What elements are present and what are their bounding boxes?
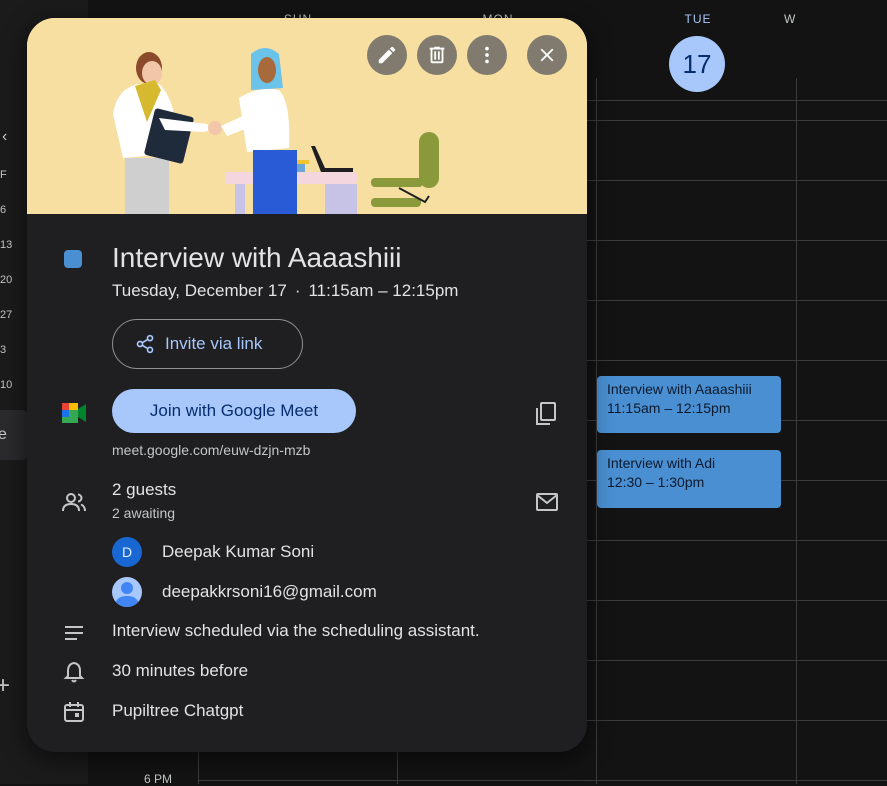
day-header-tue: TUE bbox=[684, 12, 712, 26]
guests-count: 2 guests bbox=[112, 480, 177, 499]
mini-calendar-day[interactable]: 13 bbox=[0, 239, 12, 251]
grid-divider bbox=[796, 78, 797, 784]
invite-via-link-button[interactable]: Invite via link bbox=[112, 319, 303, 369]
event-title: Interview with Aaaashiii bbox=[112, 242, 402, 273]
description-icon bbox=[65, 626, 83, 640]
avatar: D bbox=[112, 537, 142, 567]
guest-item[interactable]: D Deepak Kumar Soni bbox=[112, 537, 314, 567]
event-calendar-name: Pupiltree Chatgpt bbox=[112, 701, 244, 720]
calendar-icon bbox=[64, 702, 84, 722]
event-datetime: Tuesday, December 17 · 11:15am – 12:15pm bbox=[112, 281, 458, 301]
delete-event-button[interactable] bbox=[417, 35, 457, 75]
mini-calendar-day[interactable]: 27 bbox=[0, 309, 12, 321]
bell-icon bbox=[63, 661, 85, 683]
event-chip-time: 11:15am – 12:15pm bbox=[607, 400, 731, 416]
pencil-icon bbox=[378, 46, 396, 64]
guest-email: deepakkrsoni16@gmail.com bbox=[162, 582, 377, 601]
calendar-event[interactable]: Interview with Adi 12:30 – 1:30pm bbox=[597, 450, 781, 508]
more-vert-icon bbox=[485, 46, 489, 64]
google-meet-icon bbox=[62, 403, 86, 423]
avatar bbox=[112, 577, 142, 607]
close-button[interactable] bbox=[527, 35, 567, 75]
copy-icon[interactable] bbox=[535, 402, 557, 426]
event-illustration bbox=[27, 18, 587, 214]
mini-calendar-day[interactable]: 20 bbox=[0, 274, 12, 286]
meet-link[interactable]: meet.google.com/euw-dzjn-mzb bbox=[112, 442, 310, 458]
sidebar-selected-item[interactable]: e bbox=[0, 410, 28, 460]
mini-calendar-day[interactable]: 3 bbox=[0, 344, 6, 356]
event-description: Interview scheduled via the scheduling a… bbox=[112, 621, 480, 640]
mini-calendar-day[interactable]: 10 bbox=[0, 379, 12, 391]
join-google-meet-button[interactable]: Join with Google Meet bbox=[112, 389, 356, 433]
event-chip-title: Interview with Aaaashiii bbox=[607, 381, 752, 397]
invite-label: Invite via link bbox=[165, 334, 263, 353]
calendar-event[interactable]: Interview with Aaaashiii 11:15am – 12:15… bbox=[597, 376, 781, 433]
mini-calendar-day[interactable]: F bbox=[0, 169, 7, 181]
mini-calendar-prev-icon[interactable]: ‹ bbox=[2, 128, 7, 146]
guest-name: Deepak Kumar Soni bbox=[162, 542, 315, 561]
day-header-wed: W bbox=[784, 12, 797, 26]
person-avatar-icon bbox=[115, 582, 139, 607]
mini-calendar-day[interactable]: 6 bbox=[0, 204, 6, 216]
close-icon bbox=[540, 48, 554, 62]
datetime-separator: · bbox=[294, 281, 301, 300]
event-color-indicator bbox=[64, 250, 82, 268]
event-time: 11:15am – 12:15pm bbox=[308, 281, 459, 300]
event-date: Tuesday, December 17 bbox=[112, 281, 287, 300]
event-details-popover: Interview with Aaaashiii Tuesday, Decemb… bbox=[27, 18, 587, 752]
people-icon bbox=[62, 493, 86, 512]
event-chip-title: Interview with Adi bbox=[607, 455, 716, 471]
grid-hour-line bbox=[198, 780, 887, 781]
guest-item[interactable]: deepakkrsoni16@gmail.com bbox=[112, 577, 377, 607]
event-reminder: 30 minutes before bbox=[112, 661, 249, 680]
add-calendar-icon[interactable]: + bbox=[0, 672, 10, 700]
guests-awaiting: 2 awaiting bbox=[112, 505, 176, 521]
event-chip-time: 12:30 – 1:30pm bbox=[607, 474, 705, 490]
today-date-badge[interactable]: 17 bbox=[669, 36, 725, 92]
share-icon bbox=[136, 334, 154, 354]
sidebar-selected-label: e bbox=[0, 426, 7, 443]
trash-icon bbox=[429, 46, 445, 64]
edit-event-button[interactable] bbox=[367, 35, 407, 75]
email-guests-icon[interactable] bbox=[536, 493, 558, 511]
more-options-button[interactable] bbox=[467, 35, 507, 75]
